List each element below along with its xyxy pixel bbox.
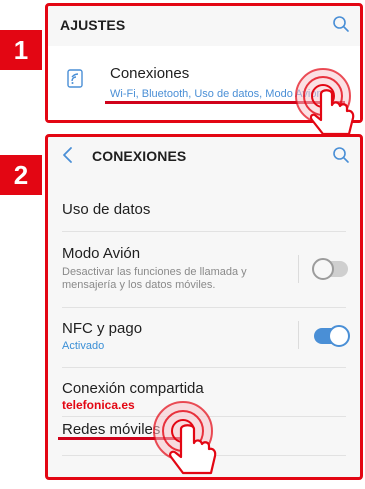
search-icon[interactable]: [332, 146, 350, 164]
list-item-nfc[interactable]: NFC y pago Activado: [62, 320, 346, 352]
airplane-mode-description: Desactivar las funciones de llamada y me…: [62, 266, 247, 291]
settings-header: AJUSTES: [48, 6, 360, 43]
page-title: CONEXIONES: [92, 147, 187, 164]
list-item-data-usage[interactable]: Uso de datos: [62, 201, 346, 218]
back-icon[interactable]: [61, 146, 75, 164]
divider: [62, 231, 346, 232]
nfc-status: Activado: [62, 340, 105, 352]
airplane-mode-toggle[interactable]: [312, 258, 348, 280]
data-usage-label: Uso de datos: [62, 201, 151, 218]
nfc-label: NFC y pago: [62, 320, 143, 337]
step-badge-1: 1: [0, 30, 42, 70]
connections-label: Conexiones: [110, 65, 190, 82]
search-icon[interactable]: [332, 15, 350, 33]
page-title: AJUSTES: [60, 16, 126, 33]
connections-screen: CONEXIONES Uso de datos Modo Avión Desac…: [45, 134, 363, 480]
nfc-toggle[interactable]: [314, 325, 350, 347]
airplane-mode-label: Modo Avión: [62, 245, 141, 262]
divider: [62, 307, 346, 308]
list-item-airplane-mode[interactable]: Modo Avión Desactivar las funciones de l…: [62, 245, 280, 292]
tap-hand-icon: [295, 68, 355, 136]
tethering-label: Conexión compartida: [62, 380, 204, 397]
separator: [298, 255, 299, 283]
wifi-icon: [67, 69, 83, 88]
connections-header: CONEXIONES: [48, 137, 360, 174]
step-badge-2: 2: [0, 155, 42, 195]
separator: [298, 321, 299, 349]
divider: [62, 367, 346, 368]
settings-screen: AJUSTES Conexiones Wi-Fi, Bluetooth, Uso…: [45, 3, 363, 136]
tap-hand-icon: [153, 401, 217, 475]
